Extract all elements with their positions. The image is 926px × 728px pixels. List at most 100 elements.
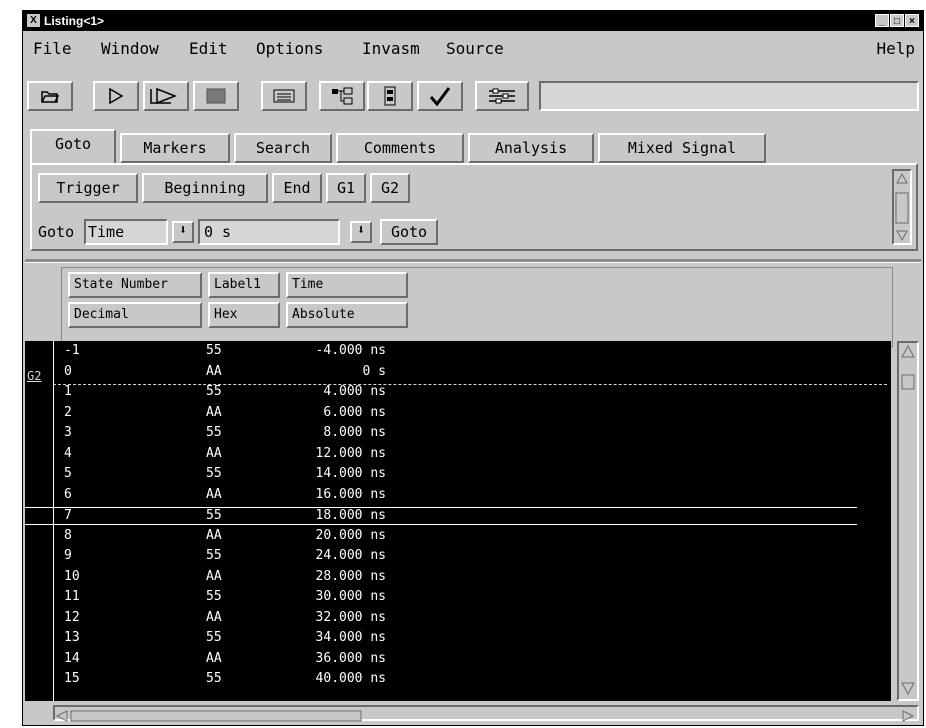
- listing-row[interactable]: 8 AA 20.000 ns: [25, 528, 857, 544]
- listing-row[interactable]: 12 AA 32.000 ns: [25, 610, 857, 626]
- goto-mode-field[interactable]: Time: [84, 219, 168, 245]
- listing-cell-label1: AA: [206, 445, 222, 461]
- menu-file[interactable]: File: [33, 39, 72, 58]
- listing-row[interactable]: 5 55 14.000 ns: [25, 466, 857, 482]
- settings-button[interactable]: [475, 81, 529, 111]
- listing-cell-time: 6.000 ns: [323, 404, 386, 420]
- module-button[interactable]: [367, 81, 413, 111]
- listing-cell-label1: 55: [206, 589, 222, 604]
- menu-edit[interactable]: Edit: [189, 39, 228, 58]
- column-header-time[interactable]: Time: [286, 272, 408, 298]
- listing-cell-state: 7: [64, 508, 72, 523]
- goto-mode-dropdown[interactable]: ⬇: [172, 221, 194, 243]
- listing-area[interactable]: G2 -1 55 -4.000 ns 0 AA 0 s 1 55 4.000 ns 2 AA 6.00…: [25, 341, 891, 701]
- listing-cell-time: -4.000 ns: [315, 343, 386, 358]
- title-bar[interactable]: X Listing<1> _ □ ×: [23, 11, 923, 31]
- listing-cell-label1: 55: [206, 671, 222, 686]
- listing-cell-time: 30.000 ns: [315, 589, 386, 604]
- listing-cell-state: 10: [64, 568, 80, 584]
- open-button[interactable]: [27, 81, 73, 111]
- listing-vertical-scrollbar[interactable]: [897, 341, 919, 701]
- listing-horizontal-scrollbar[interactable]: [53, 705, 919, 722]
- module-icon: [384, 86, 396, 106]
- listing-row[interactable]: 15 55 40.000 ns: [25, 671, 857, 687]
- menu-source[interactable]: Source: [446, 39, 504, 58]
- listing-row[interactable]: 10 AA 28.000 ns: [25, 569, 857, 585]
- listing-cell-label1: 55: [206, 384, 222, 399]
- listing-cell-time: 4.000 ns: [323, 384, 386, 399]
- column-header-state-number[interactable]: State Number: [68, 272, 202, 298]
- panel-scrollbar[interactable]: [892, 169, 912, 245]
- listing-cell-state: 2: [64, 404, 72, 420]
- listing-row[interactable]: 7 55 18.000 ns: [25, 507, 857, 525]
- run-repetitive-icon: [150, 87, 178, 105]
- listing-cell-label1: 55: [206, 466, 222, 481]
- column-header-label1[interactable]: Label1: [208, 272, 280, 298]
- column-format-decimal[interactable]: Decimal: [68, 302, 202, 328]
- goto-time-input[interactable]: 0 s: [198, 219, 340, 245]
- stop-button[interactable]: [193, 81, 239, 111]
- listing-cell-label1: 55: [206, 425, 222, 440]
- tab-search[interactable]: Search: [234, 133, 332, 163]
- listing-cell-time: 36.000 ns: [315, 650, 386, 666]
- listing-cell-state: 3: [64, 425, 72, 440]
- column-format-absolute[interactable]: Absolute: [286, 302, 408, 328]
- listing-cell-label1: 55: [206, 630, 222, 645]
- x-window-icon[interactable]: X: [27, 14, 40, 27]
- arrow-down-icon: ⬇: [357, 223, 365, 238]
- goto-button[interactable]: Goto: [380, 219, 438, 245]
- tab-goto[interactable]: Goto: [30, 129, 116, 165]
- run-button[interactable]: [93, 81, 139, 111]
- tab-markers[interactable]: Markers: [120, 133, 230, 163]
- listing-row[interactable]: 11 55 30.000 ns: [25, 589, 857, 605]
- pane-separator[interactable]: [25, 259, 921, 263]
- g1-button[interactable]: G1: [326, 173, 366, 203]
- listing-row[interactable]: 2 AA 6.000 ns: [25, 405, 857, 421]
- listing-row[interactable]: 3 55 8.000 ns: [25, 425, 857, 441]
- listing-cell-state: 13: [64, 630, 80, 645]
- hierarchy-icon: [332, 87, 353, 105]
- maximize-button[interactable]: □: [890, 14, 904, 27]
- listing-row[interactable]: -1 55 -4.000 ns: [25, 343, 857, 359]
- run-repetitive-button[interactable]: [143, 81, 189, 111]
- menu-options[interactable]: Options: [256, 39, 323, 58]
- settings-icon: [489, 88, 515, 104]
- g2-button[interactable]: G2: [370, 173, 410, 203]
- listing-cell-state: 0: [64, 363, 72, 379]
- end-button[interactable]: End: [272, 173, 322, 203]
- listing-row[interactable]: 13 55 34.000 ns: [25, 630, 857, 646]
- listing-cell-time: 8.000 ns: [323, 425, 386, 440]
- listing-row[interactable]: 6 AA 16.000 ns: [25, 487, 857, 503]
- listing-window: X Listing<1> _ □ × File Window Edit Opti…: [22, 10, 924, 726]
- listing-cell-time: 28.000 ns: [315, 568, 386, 584]
- check-button[interactable]: [417, 81, 463, 111]
- hierarchy-button[interactable]: [319, 81, 365, 111]
- goto-time-dropdown[interactable]: ⬇: [350, 221, 372, 243]
- close-button[interactable]: ×: [905, 14, 919, 27]
- listing-cell-state: 6: [64, 486, 72, 502]
- tab-mixed-signal[interactable]: Mixed Signal: [598, 133, 766, 163]
- minimize-button[interactable]: _: [875, 14, 889, 27]
- tab-analysis[interactable]: Analysis: [468, 133, 594, 163]
- tab-comments[interactable]: Comments: [336, 133, 464, 163]
- listing-row[interactable]: 9 55 24.000 ns: [25, 548, 857, 564]
- menu-window[interactable]: Window: [101, 39, 159, 58]
- listing-cell-label1: 55: [206, 548, 222, 563]
- listing-row[interactable]: 14 AA 36.000 ns: [25, 651, 857, 667]
- beginning-button[interactable]: Beginning: [142, 173, 268, 203]
- listing-row[interactable]: 0 AA 0 s: [25, 364, 857, 380]
- toolbar-text-field[interactable]: [539, 81, 919, 111]
- listing-button[interactable]: [261, 81, 307, 111]
- listing-cell-label1: AA: [206, 650, 222, 666]
- listing-cell-state: -1: [64, 343, 80, 358]
- goto-panel: Trigger Beginning End G1 G2 Goto Time ⬇ …: [30, 163, 918, 251]
- column-format-hex[interactable]: Hex: [208, 302, 280, 328]
- listing-row[interactable]: 4 AA 12.000 ns: [25, 446, 857, 462]
- trigger-button[interactable]: Trigger: [38, 173, 138, 203]
- listing-cell-time: 16.000 ns: [315, 486, 386, 502]
- listing-cell-state: 4: [64, 445, 72, 461]
- menu-help[interactable]: Help: [876, 39, 915, 58]
- listing-row[interactable]: 1 55 4.000 ns: [25, 384, 857, 400]
- menu-invasm[interactable]: Invasm: [362, 39, 420, 58]
- goto-time-value: 0 s: [204, 223, 232, 241]
